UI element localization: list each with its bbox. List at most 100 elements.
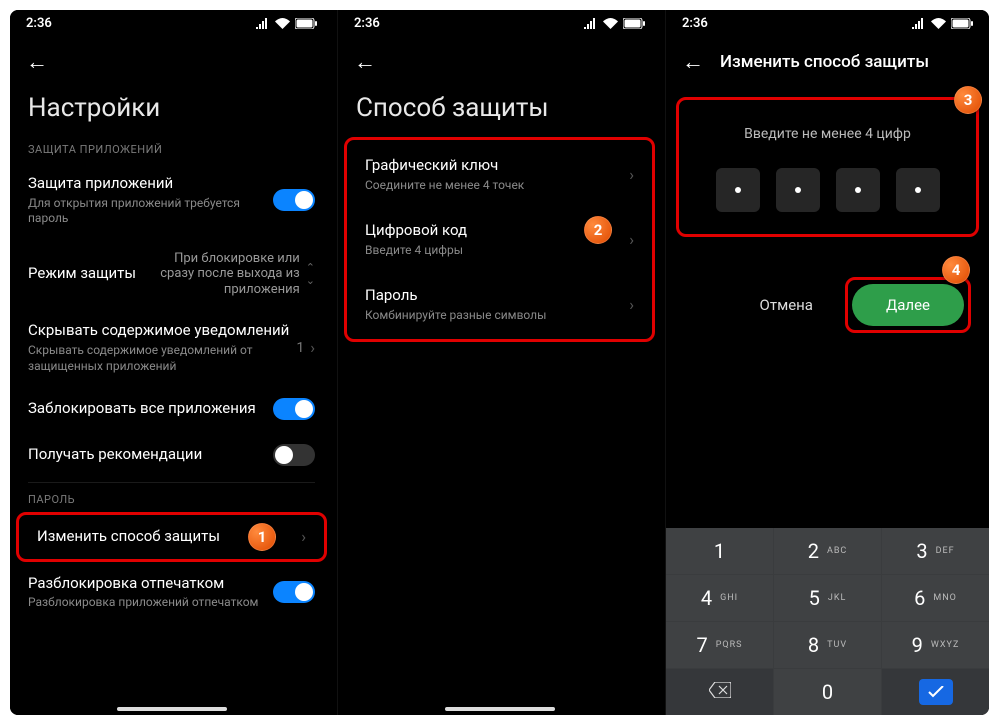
highlight-methods: 2 Графический ключ Соедините не менее 4 … bbox=[344, 137, 655, 342]
ok-button[interactable] bbox=[919, 679, 953, 705]
badge-1: 1 bbox=[248, 523, 276, 551]
key-ok[interactable] bbox=[882, 669, 989, 715]
row-fingerprint[interactable]: Разблокировка отпечатком Разблокировка п… bbox=[10, 562, 333, 613]
badge-4: 4 bbox=[942, 256, 970, 284]
status-time: 2:36 bbox=[26, 16, 52, 31]
highlight-next: 4 Далее bbox=[845, 277, 971, 333]
password-title: Пароль bbox=[365, 286, 629, 306]
chevron-right-icon: › bbox=[629, 165, 634, 184]
wifi-icon bbox=[603, 18, 618, 29]
app-lock-toggle[interactable] bbox=[273, 189, 315, 211]
badge-3: 3 bbox=[954, 86, 982, 114]
key-4[interactable]: 4GHI bbox=[666, 575, 773, 621]
screen-method: 2:36 ← Способ защиты 2 Графический ключ … bbox=[337, 10, 661, 715]
check-icon bbox=[928, 683, 944, 702]
status-time: 2:36 bbox=[354, 16, 380, 31]
screen-settings: 2:36 ← Настройки ЗАЩИТА ПРИЛОЖЕНИЙ Защит… bbox=[10, 10, 333, 715]
home-indicator[interactable] bbox=[117, 707, 227, 711]
key-8[interactable]: 8TUV bbox=[774, 622, 881, 668]
status-icons bbox=[584, 18, 645, 29]
header: ← bbox=[338, 37, 661, 83]
header: ← bbox=[10, 37, 333, 83]
pin-cell bbox=[896, 168, 940, 212]
signal-icon bbox=[912, 18, 926, 29]
lock-all-toggle[interactable] bbox=[273, 398, 315, 420]
signal-icon bbox=[584, 18, 598, 29]
key-9[interactable]: 9WXYZ bbox=[882, 622, 989, 668]
highlight-pin-entry: 3 Введите не менее 4 цифр bbox=[676, 97, 979, 237]
backspace-icon bbox=[709, 682, 731, 702]
divider bbox=[28, 482, 315, 483]
pin-prompt: Введите не менее 4 цифр bbox=[679, 100, 976, 160]
highlight-change-method: 1 Изменить способ защиты › bbox=[16, 512, 327, 562]
lock-all-title: Заблокировать все приложения bbox=[28, 399, 273, 419]
recommendations-toggle[interactable] bbox=[273, 444, 315, 466]
key-6[interactable]: 6MNO bbox=[882, 575, 989, 621]
badge-2: 2 bbox=[584, 216, 612, 244]
hide-notif-sub: Скрывать содержимое уведомлений от защищ… bbox=[28, 343, 296, 374]
pin-cell bbox=[716, 168, 760, 212]
next-button[interactable]: Далее bbox=[852, 284, 964, 326]
row-pattern[interactable]: Графический ключ Соедините не менее 4 то… bbox=[347, 142, 652, 207]
row-change-method[interactable]: Изменить способ защиты › bbox=[19, 515, 324, 559]
updown-icon: ⌃⌄ bbox=[306, 261, 315, 287]
back-arrow-icon[interactable]: ← bbox=[682, 49, 704, 75]
header: ← Изменить способ защиты bbox=[666, 37, 989, 83]
pin-cell bbox=[836, 168, 880, 212]
back-arrow-icon[interactable]: ← bbox=[26, 49, 48, 75]
battery-icon bbox=[295, 18, 317, 29]
fingerprint-title: Разблокировка отпечатком bbox=[28, 574, 273, 594]
signal-icon bbox=[256, 18, 270, 29]
row-hide-notifications[interactable]: Скрывать содержимое уведомлений Скрывать… bbox=[10, 309, 333, 386]
hide-notif-count: 1 bbox=[296, 340, 304, 356]
row-app-lock[interactable]: Защита приложений Для открытия приложени… bbox=[10, 162, 333, 239]
row-password[interactable]: Пароль Комбинируйте разные символы › bbox=[347, 272, 652, 337]
chevron-right-icon: › bbox=[629, 295, 634, 314]
row-recommendations[interactable]: Получать рекомендации bbox=[10, 432, 333, 478]
action-row: Отмена 4 Далее bbox=[666, 237, 989, 347]
section-app-protection: ЗАЩИТА ПРИЛОЖЕНИЙ bbox=[10, 137, 333, 162]
pin-input[interactable] bbox=[679, 160, 976, 216]
chevron-right-icon: › bbox=[310, 338, 315, 357]
lock-mode-value: При блокировке или сразу после выхода из… bbox=[150, 251, 300, 298]
pattern-title: Графический ключ bbox=[365, 156, 629, 176]
fingerprint-sub: Разблокировка приложений отпечатком bbox=[28, 595, 273, 611]
app-lock-title: Защита приложений bbox=[28, 174, 273, 194]
status-bar: 2:36 bbox=[338, 10, 661, 37]
battery-icon bbox=[951, 18, 973, 29]
wifi-icon bbox=[275, 18, 290, 29]
screen-enter-pin: 2:36 ← Изменить способ защиты 3 Введите … bbox=[665, 10, 989, 715]
status-icons bbox=[256, 18, 317, 29]
header-title: Изменить способ защиты bbox=[720, 52, 929, 72]
key-3[interactable]: 3DEF bbox=[882, 528, 989, 574]
numeric-keypad: 1 2ABC 3DEF 4GHI 5JKL 6MNO 7PQRS 8TUV 9W… bbox=[666, 528, 989, 715]
status-time: 2:36 bbox=[682, 16, 708, 31]
row-lock-all[interactable]: Заблокировать все приложения bbox=[10, 386, 333, 432]
cancel-button[interactable]: Отмена bbox=[742, 286, 831, 324]
status-icons bbox=[912, 18, 973, 29]
page-title: Настройки bbox=[10, 83, 333, 137]
hide-notif-title: Скрывать содержимое уведомлений bbox=[28, 321, 296, 341]
chevron-right-icon: › bbox=[301, 527, 306, 546]
key-1[interactable]: 1 bbox=[666, 528, 773, 574]
status-bar: 2:36 bbox=[10, 10, 333, 37]
key-2[interactable]: 2ABC bbox=[774, 528, 881, 574]
fingerprint-toggle[interactable] bbox=[273, 581, 315, 603]
key-5[interactable]: 5JKL bbox=[774, 575, 881, 621]
recommendations-title: Получать рекомендации bbox=[28, 445, 273, 465]
pin-cell bbox=[776, 168, 820, 212]
row-lock-mode[interactable]: Режим защиты При блокировке или сразу по… bbox=[10, 239, 333, 310]
pattern-sub: Соедините не менее 4 точек bbox=[365, 178, 629, 194]
app-lock-sub: Для открытия приложений требуется пароль bbox=[28, 196, 273, 227]
key-7[interactable]: 7PQRS bbox=[666, 622, 773, 668]
section-password: ПАРОЛЬ bbox=[10, 487, 333, 512]
wifi-icon bbox=[931, 18, 946, 29]
key-backspace[interactable] bbox=[666, 669, 773, 715]
chevron-right-icon: › bbox=[629, 230, 634, 249]
page-title: Способ защиты bbox=[338, 83, 661, 137]
key-0[interactable]: 0 bbox=[774, 669, 881, 715]
home-indicator[interactable] bbox=[445, 707, 555, 711]
back-arrow-icon[interactable]: ← bbox=[354, 49, 376, 75]
battery-icon bbox=[623, 18, 645, 29]
password-sub: Комбинируйте разные символы bbox=[365, 308, 629, 324]
